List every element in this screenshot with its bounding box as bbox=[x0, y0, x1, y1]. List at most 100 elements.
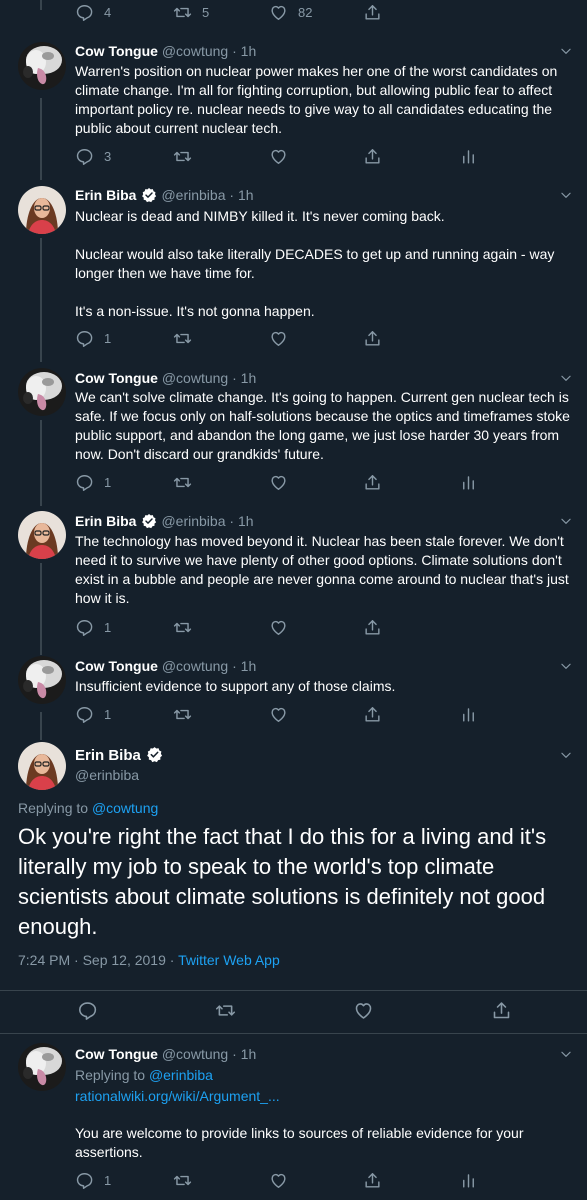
retweet-button[interactable] bbox=[173, 328, 192, 348]
reply-button[interactable]: 1 bbox=[75, 617, 111, 637]
display-name[interactable]: Cow Tongue bbox=[75, 43, 158, 59]
retweet-button[interactable] bbox=[173, 1170, 192, 1190]
tweet-text: Nuclear is dead and NIMBY killed it. It'… bbox=[75, 208, 555, 319]
tweet-actions: 1 bbox=[75, 328, 495, 348]
timestamp[interactable]: 1h bbox=[238, 513, 254, 529]
verified-badge-icon bbox=[141, 513, 157, 533]
tweet-header: Cow Tongue @cowtung · 1h bbox=[75, 43, 257, 59]
avatar[interactable] bbox=[18, 511, 66, 559]
thread-line bbox=[40, 420, 42, 506]
tweet-actions: 1 bbox=[75, 1170, 495, 1190]
analytics-button[interactable] bbox=[459, 146, 478, 166]
handle[interactable]: @cowtung bbox=[162, 43, 228, 59]
reply-button[interactable]: 1 bbox=[75, 704, 111, 724]
like-button[interactable] bbox=[269, 617, 288, 637]
share-button[interactable] bbox=[363, 617, 382, 637]
reply-button[interactable]: 1 bbox=[75, 328, 111, 348]
thread-line bbox=[40, 712, 42, 740]
chevron-down-icon[interactable] bbox=[559, 44, 573, 58]
like-button[interactable] bbox=[269, 704, 288, 724]
tweet-actions: 4 5 82 bbox=[75, 2, 495, 22]
handle[interactable]: @erinbiba bbox=[161, 513, 225, 529]
external-link[interactable]: rationalwiki.org/wiki/Argument_... bbox=[75, 1087, 280, 1105]
chevron-down-icon[interactable] bbox=[559, 748, 573, 762]
retweet-button[interactable]: 5 bbox=[173, 2, 209, 22]
tweet-text: The technology has moved beyond it. Nucl… bbox=[75, 533, 569, 606]
reply-count: 1 bbox=[104, 474, 112, 490]
retweet-button[interactable] bbox=[173, 617, 192, 637]
avatar[interactable] bbox=[18, 742, 66, 790]
like-button[interactable]: 82 bbox=[269, 2, 312, 22]
reply-button[interactable]: 4 bbox=[75, 2, 111, 22]
timestamp[interactable]: 1h bbox=[241, 43, 257, 59]
display-name[interactable]: Cow Tongue bbox=[75, 658, 158, 674]
chevron-down-icon[interactable] bbox=[559, 371, 573, 385]
handle[interactable]: @cowtung bbox=[162, 1046, 228, 1062]
thread-line bbox=[40, 238, 42, 362]
display-name[interactable]: Erin Biba bbox=[75, 747, 141, 764]
thread-line bbox=[40, 98, 42, 180]
display-name[interactable]: Cow Tongue bbox=[75, 1046, 158, 1062]
display-name[interactable]: Erin Biba bbox=[75, 513, 136, 529]
avatar[interactable] bbox=[18, 1043, 66, 1091]
handle[interactable]: @erinbiba bbox=[161, 187, 225, 203]
reply-button[interactable]: 1 bbox=[75, 472, 111, 492]
handle[interactable]: @cowtung bbox=[162, 370, 228, 386]
tweet-text: Warren's position on nuclear power makes… bbox=[75, 63, 558, 136]
reply-button[interactable] bbox=[77, 1000, 98, 1020]
display-name[interactable]: Cow Tongue bbox=[75, 370, 158, 386]
share-button[interactable] bbox=[363, 2, 382, 22]
display-name[interactable]: Erin Biba bbox=[75, 187, 136, 203]
source-link[interactable]: Twitter Web App bbox=[178, 952, 280, 968]
share-button[interactable] bbox=[363, 328, 382, 348]
timestamp[interactable]: 1h bbox=[241, 658, 257, 674]
like-button[interactable] bbox=[353, 1000, 374, 1020]
reply-count: 3 bbox=[104, 148, 112, 164]
retweet-button[interactable] bbox=[215, 1000, 236, 1020]
share-button[interactable] bbox=[363, 704, 382, 724]
retweet-button[interactable] bbox=[173, 146, 192, 166]
replying-to-link[interactable]: @erinbiba bbox=[149, 1067, 213, 1083]
analytics-button[interactable] bbox=[459, 1170, 478, 1190]
tweet-meta: 7:24 PM · Sep 12, 2019 · Twitter Web App bbox=[18, 952, 280, 968]
tweet-header: Cow Tongue @cowtung · 1h bbox=[75, 658, 257, 674]
avatar[interactable] bbox=[18, 186, 66, 234]
like-button[interactable] bbox=[269, 1170, 288, 1190]
avatar[interactable] bbox=[18, 42, 66, 90]
timestamp[interactable]: 1h bbox=[238, 187, 254, 203]
like-button[interactable] bbox=[269, 328, 288, 348]
chevron-down-icon[interactable] bbox=[559, 659, 573, 673]
handle[interactable]: @cowtung bbox=[162, 658, 228, 674]
analytics-button[interactable] bbox=[459, 704, 478, 724]
reply-button[interactable]: 1 bbox=[75, 1170, 111, 1190]
handle[interactable]: @erinbiba bbox=[75, 767, 139, 783]
retweet-button[interactable] bbox=[173, 472, 192, 492]
retweet-button[interactable] bbox=[173, 704, 192, 724]
verified-badge-icon bbox=[141, 187, 157, 207]
tweet-text: Insufficient evidence to support any of … bbox=[75, 678, 396, 694]
tweet-text: We can't solve climate change. It's goin… bbox=[75, 389, 570, 462]
reply-count: 1 bbox=[104, 619, 112, 635]
share-button[interactable] bbox=[363, 1170, 382, 1190]
tweet-actions: 3 bbox=[75, 146, 495, 166]
timestamp[interactable]: 1h bbox=[241, 1046, 257, 1062]
share-button[interactable] bbox=[363, 146, 382, 166]
replying-to-link[interactable]: @cowtung bbox=[92, 800, 158, 816]
timestamp[interactable]: 1h bbox=[241, 370, 257, 386]
share-button[interactable] bbox=[363, 472, 382, 492]
analytics-button[interactable] bbox=[459, 472, 478, 492]
tweet-actions: 1 bbox=[75, 472, 495, 492]
tweet-header: Erin Biba @erinbiba · 1h bbox=[75, 512, 254, 533]
tweet-actions: 1 bbox=[75, 617, 495, 637]
chevron-down-icon[interactable] bbox=[559, 1047, 573, 1061]
timestamp[interactable]: 7:24 PM · Sep 12, 2019 · bbox=[18, 952, 178, 968]
like-button[interactable] bbox=[269, 472, 288, 492]
divider bbox=[0, 1033, 587, 1034]
chevron-down-icon[interactable] bbox=[559, 188, 573, 202]
chevron-down-icon[interactable] bbox=[559, 514, 573, 528]
share-button[interactable] bbox=[491, 1000, 512, 1020]
avatar[interactable] bbox=[18, 656, 66, 704]
like-button[interactable] bbox=[269, 146, 288, 166]
reply-button[interactable]: 3 bbox=[75, 146, 111, 166]
avatar[interactable] bbox=[18, 368, 66, 416]
